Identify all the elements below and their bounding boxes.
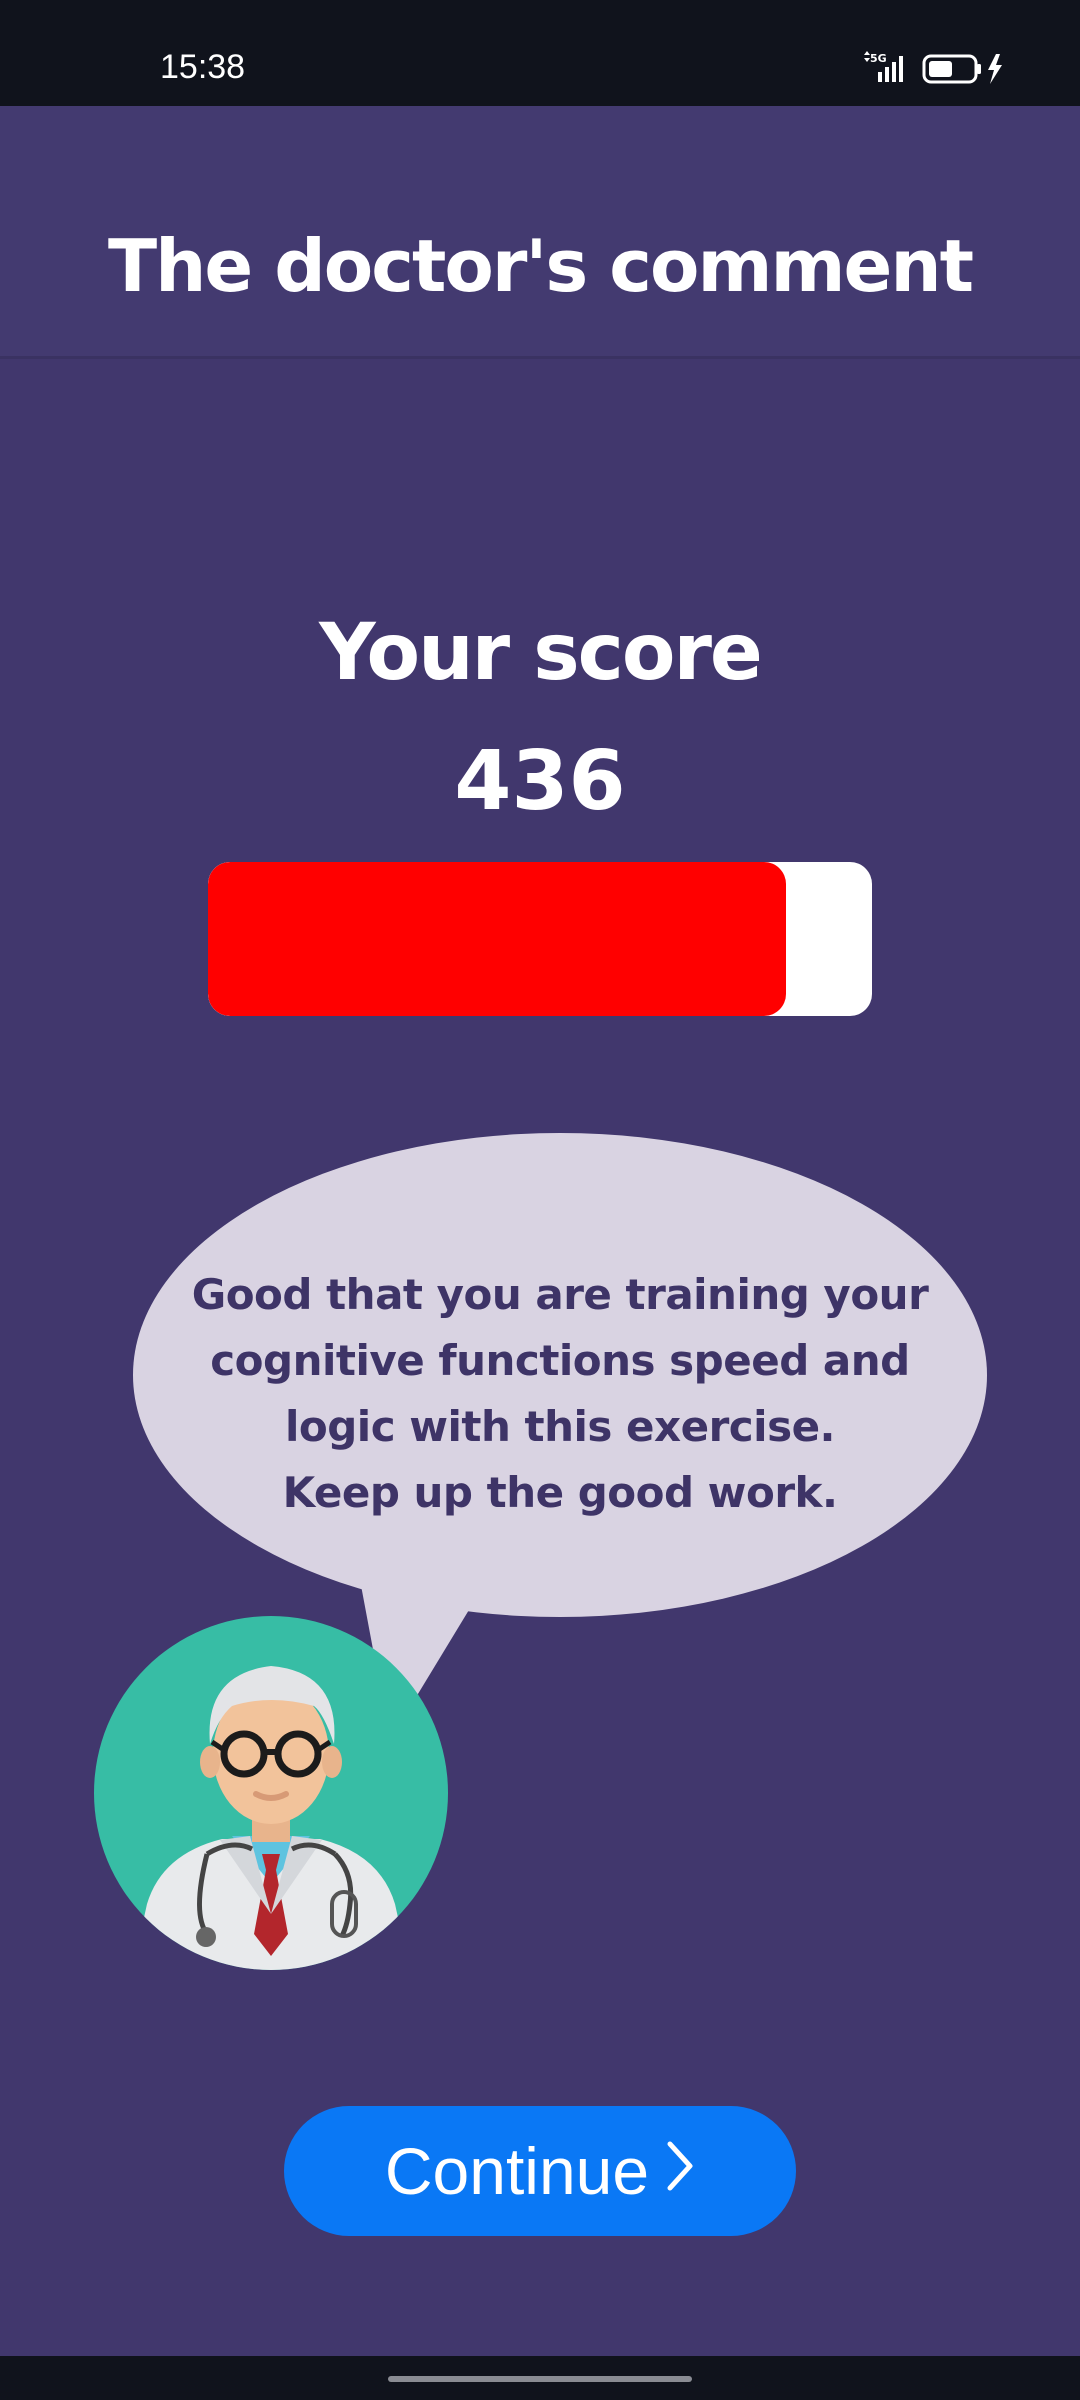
lightning-icon	[988, 54, 1002, 84]
comment-line: Good that you are training your	[191, 1270, 929, 1319]
status-time: 15:38	[160, 48, 246, 86]
comment-line: cognitive functions speed and	[210, 1336, 910, 1385]
status-bar: 15:38 5G	[0, 0, 1080, 106]
score-label: Your score	[319, 608, 763, 698]
navigation-bar	[0, 2356, 1080, 2400]
status-icons: 5G	[864, 50, 1010, 86]
comment-line: logic with this exercise.	[284, 1402, 836, 1451]
home-gesture-handle[interactable]	[388, 2376, 692, 2382]
battery-icon	[922, 54, 981, 84]
page-title: The doctor's comment	[107, 224, 974, 308]
continue-button-label: Continue	[384, 2134, 650, 2208]
chevron-right-icon	[665, 2133, 695, 2209]
signal-icon: 5G	[864, 51, 903, 82]
comment-line: Keep up the good work.	[282, 1468, 838, 1517]
score-progress-fill	[208, 862, 786, 1016]
score-progress-bar	[208, 862, 872, 1016]
network-type-label: 5G	[870, 52, 887, 65]
doctor-avatar	[94, 1616, 448, 1970]
continue-button[interactable]: Continue	[284, 2106, 796, 2236]
score-value: 436	[454, 734, 626, 829]
doctor-comment-text: Good that you are training your cognitiv…	[160, 1262, 960, 1526]
